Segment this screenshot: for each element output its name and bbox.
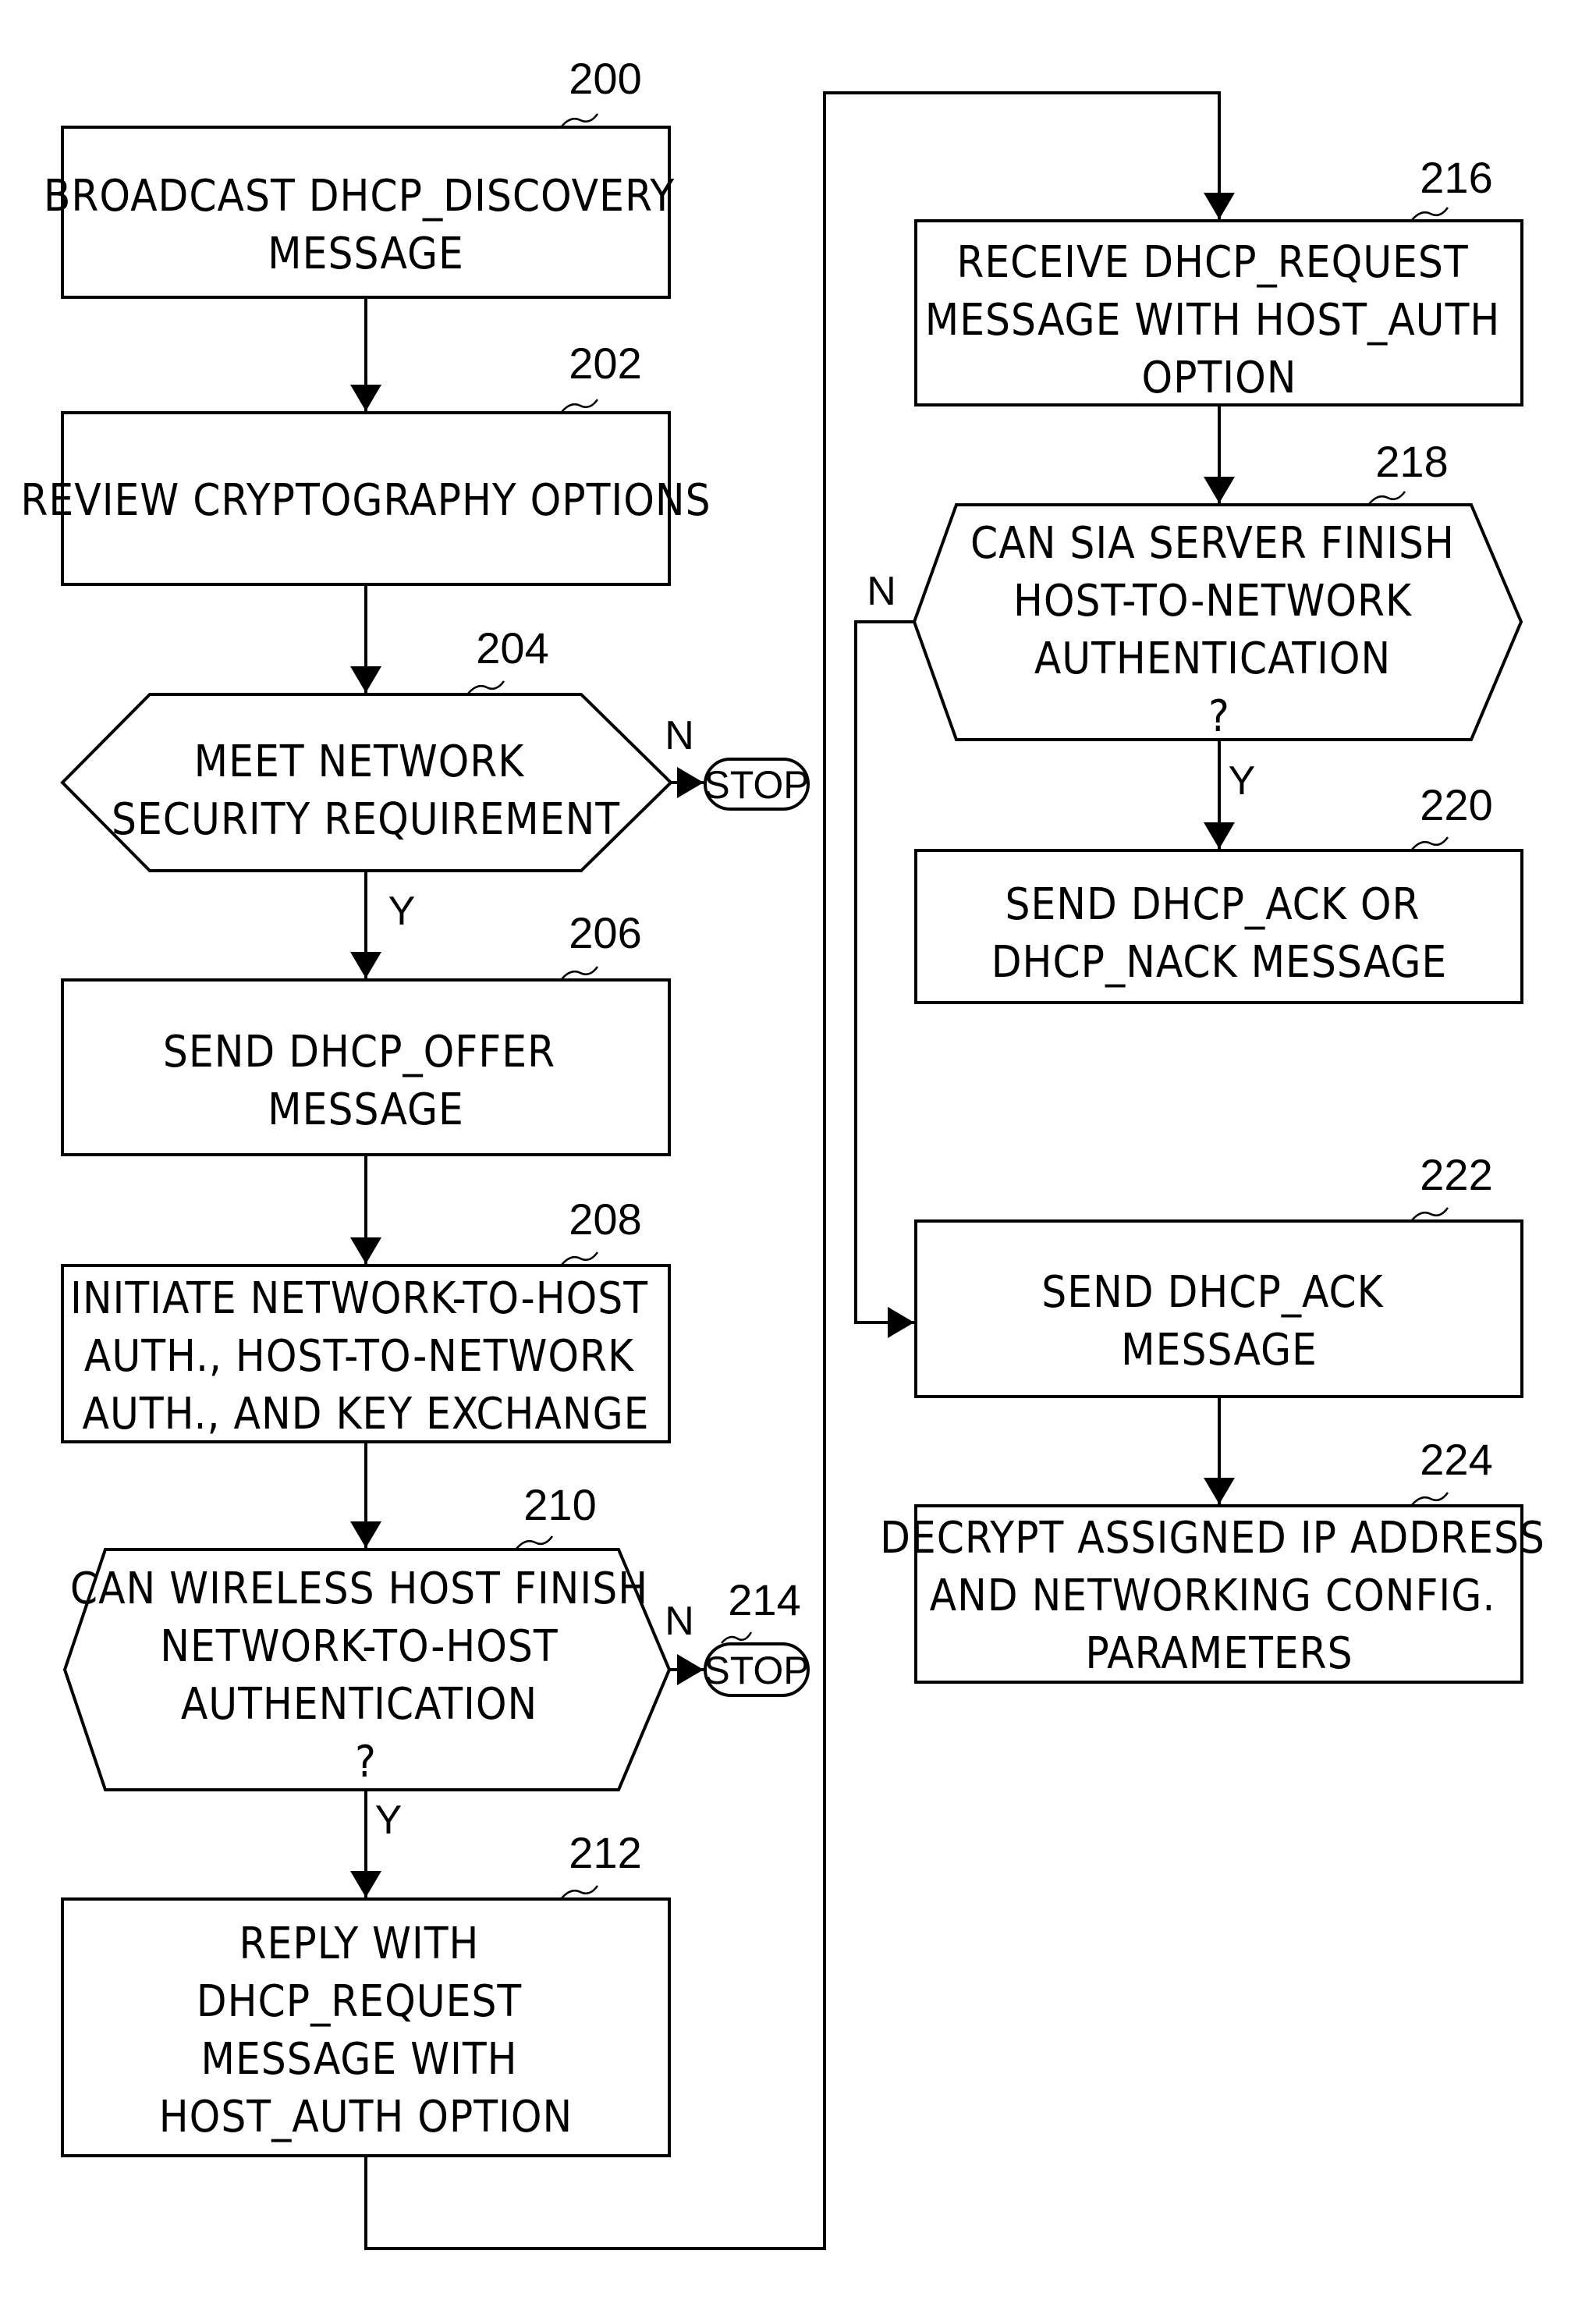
text-line: AUTH., HOST-TO-NETWORK: [84, 1331, 635, 1382]
edge-218-222: [854, 620, 914, 1338]
ref-leader: [1411, 1492, 1449, 1506]
ref-leader: [561, 1251, 599, 1266]
text-line: REPLY WITH: [239, 1919, 480, 1969]
ref-leader: [1411, 836, 1449, 850]
node-200: 200 BROADCAST DHCP_DISCOVERY MESSAGE: [44, 54, 675, 299]
text-line: OPTION: [1142, 353, 1297, 403]
text-line: CAN WIRELESS HOST FINISH: [70, 1564, 648, 1614]
text-line: INITIATE NETWORK-TO-HOST: [70, 1273, 648, 1324]
text-line: SEND DHCP_ACK: [1041, 1267, 1384, 1318]
ref-number: 224: [1420, 1435, 1492, 1484]
ref-leader: [467, 680, 505, 694]
text-line: HOST_AUTH OPTION: [159, 2092, 573, 2142]
ref-number: 210: [523, 1480, 596, 1529]
text-line: AND NETWORKING CONFIG.: [930, 1571, 1496, 1621]
node-text: REVIEW CRYPTOGRAPHY OPTIONS: [20, 475, 711, 526]
text-line: BROADCAST DHCP_DISCOVERY: [44, 171, 675, 222]
ref-leader: [561, 399, 599, 413]
flowchart: N Y N Y N Y 200 BROADCAST DHCP_DISCOVERY…: [20, 54, 1545, 2250]
text-line: REVIEW CRYPTOGRAPHY OPTIONS: [20, 475, 711, 526]
text-line: MESSAGE WITH: [201, 2034, 518, 2085]
text-line: DECRYPT ASSIGNED IP ADDRESS: [880, 1513, 1545, 1564]
node-222: 222 SEND DHCP_ACK MESSAGE: [914, 1150, 1523, 1398]
text-line: MEET NETWORK: [194, 737, 526, 787]
stop-terminal-204: STOP: [704, 758, 810, 811]
node-text: INITIATE NETWORK-TO-HOST AUTH., HOST-TO-…: [70, 1273, 661, 1439]
edge-label-218-no: N: [867, 569, 896, 614]
edge-label-204-yes: Y: [388, 889, 416, 934]
ref-leader: [721, 1631, 753, 1644]
text-line: SEND DHCP_ACK OR: [1005, 879, 1420, 930]
ref-number: 222: [1420, 1150, 1492, 1199]
ref-number: 202: [569, 339, 641, 388]
ref-number: 200: [569, 54, 641, 103]
ref-number: 218: [1375, 437, 1448, 486]
edge-label-204-no: N: [665, 713, 694, 758]
stop-label: STOP: [704, 763, 809, 807]
ref-number: 214: [728, 1575, 800, 1624]
ref-leader: [561, 1885, 599, 1899]
text-line: DHCP_REQUEST: [197, 1976, 522, 2027]
text-line: SEND DHCP_OFFER: [163, 1027, 555, 1077]
ref-leader: [561, 966, 599, 980]
text-line: MESSAGE: [268, 1085, 464, 1135]
ref-number: 212: [569, 1828, 641, 1877]
text-line: SECURITY REQUIREMENT: [112, 794, 620, 845]
edge-label-210-no: N: [665, 1599, 694, 1644]
text-line: RECEIVE DHCP_REQUEST: [956, 237, 1468, 288]
stop-label: STOP: [704, 1649, 809, 1692]
text-line: PARAMETERS: [1085, 1628, 1353, 1679]
ref-leader: [1411, 1207, 1449, 1221]
node-214-stop: 214 STOP: [704, 1575, 810, 1697]
edge-label-210-yes: Y: [375, 1798, 403, 1843]
text-line: ?: [1208, 691, 1230, 742]
ref-number: 220: [1420, 780, 1492, 829]
text-line: MESSAGE: [1121, 1325, 1318, 1376]
text-line: AUTHENTICATION: [1034, 634, 1391, 684]
ref-number: 204: [476, 623, 548, 673]
edge-label-218-yes: Y: [1229, 758, 1256, 804]
ref-number: 216: [1420, 153, 1492, 202]
text-line: AUTHENTICATION: [181, 1679, 537, 1730]
ref-leader: [516, 1535, 554, 1550]
text-line: ?: [355, 1737, 377, 1787]
text-line: DHCP_NACK MESSAGE: [991, 937, 1448, 988]
text-line: MESSAGE WITH HOST_AUTH: [925, 295, 1500, 346]
text-line: NETWORK-TO-HOST: [160, 1621, 558, 1672]
text-line: HOST-TO-NETWORK: [1013, 576, 1413, 627]
ref-leader: [561, 113, 599, 127]
ref-leader: [1368, 491, 1406, 505]
ref-number: 208: [569, 1195, 641, 1244]
ref-leader: [1411, 207, 1449, 221]
text-line: MESSAGE: [268, 229, 464, 279]
ref-number: 206: [569, 908, 641, 957]
text-line: CAN SIA SERVER FINISH: [970, 518, 1455, 569]
text-line: AUTH., AND KEY EXCHANGE: [83, 1389, 650, 1439]
